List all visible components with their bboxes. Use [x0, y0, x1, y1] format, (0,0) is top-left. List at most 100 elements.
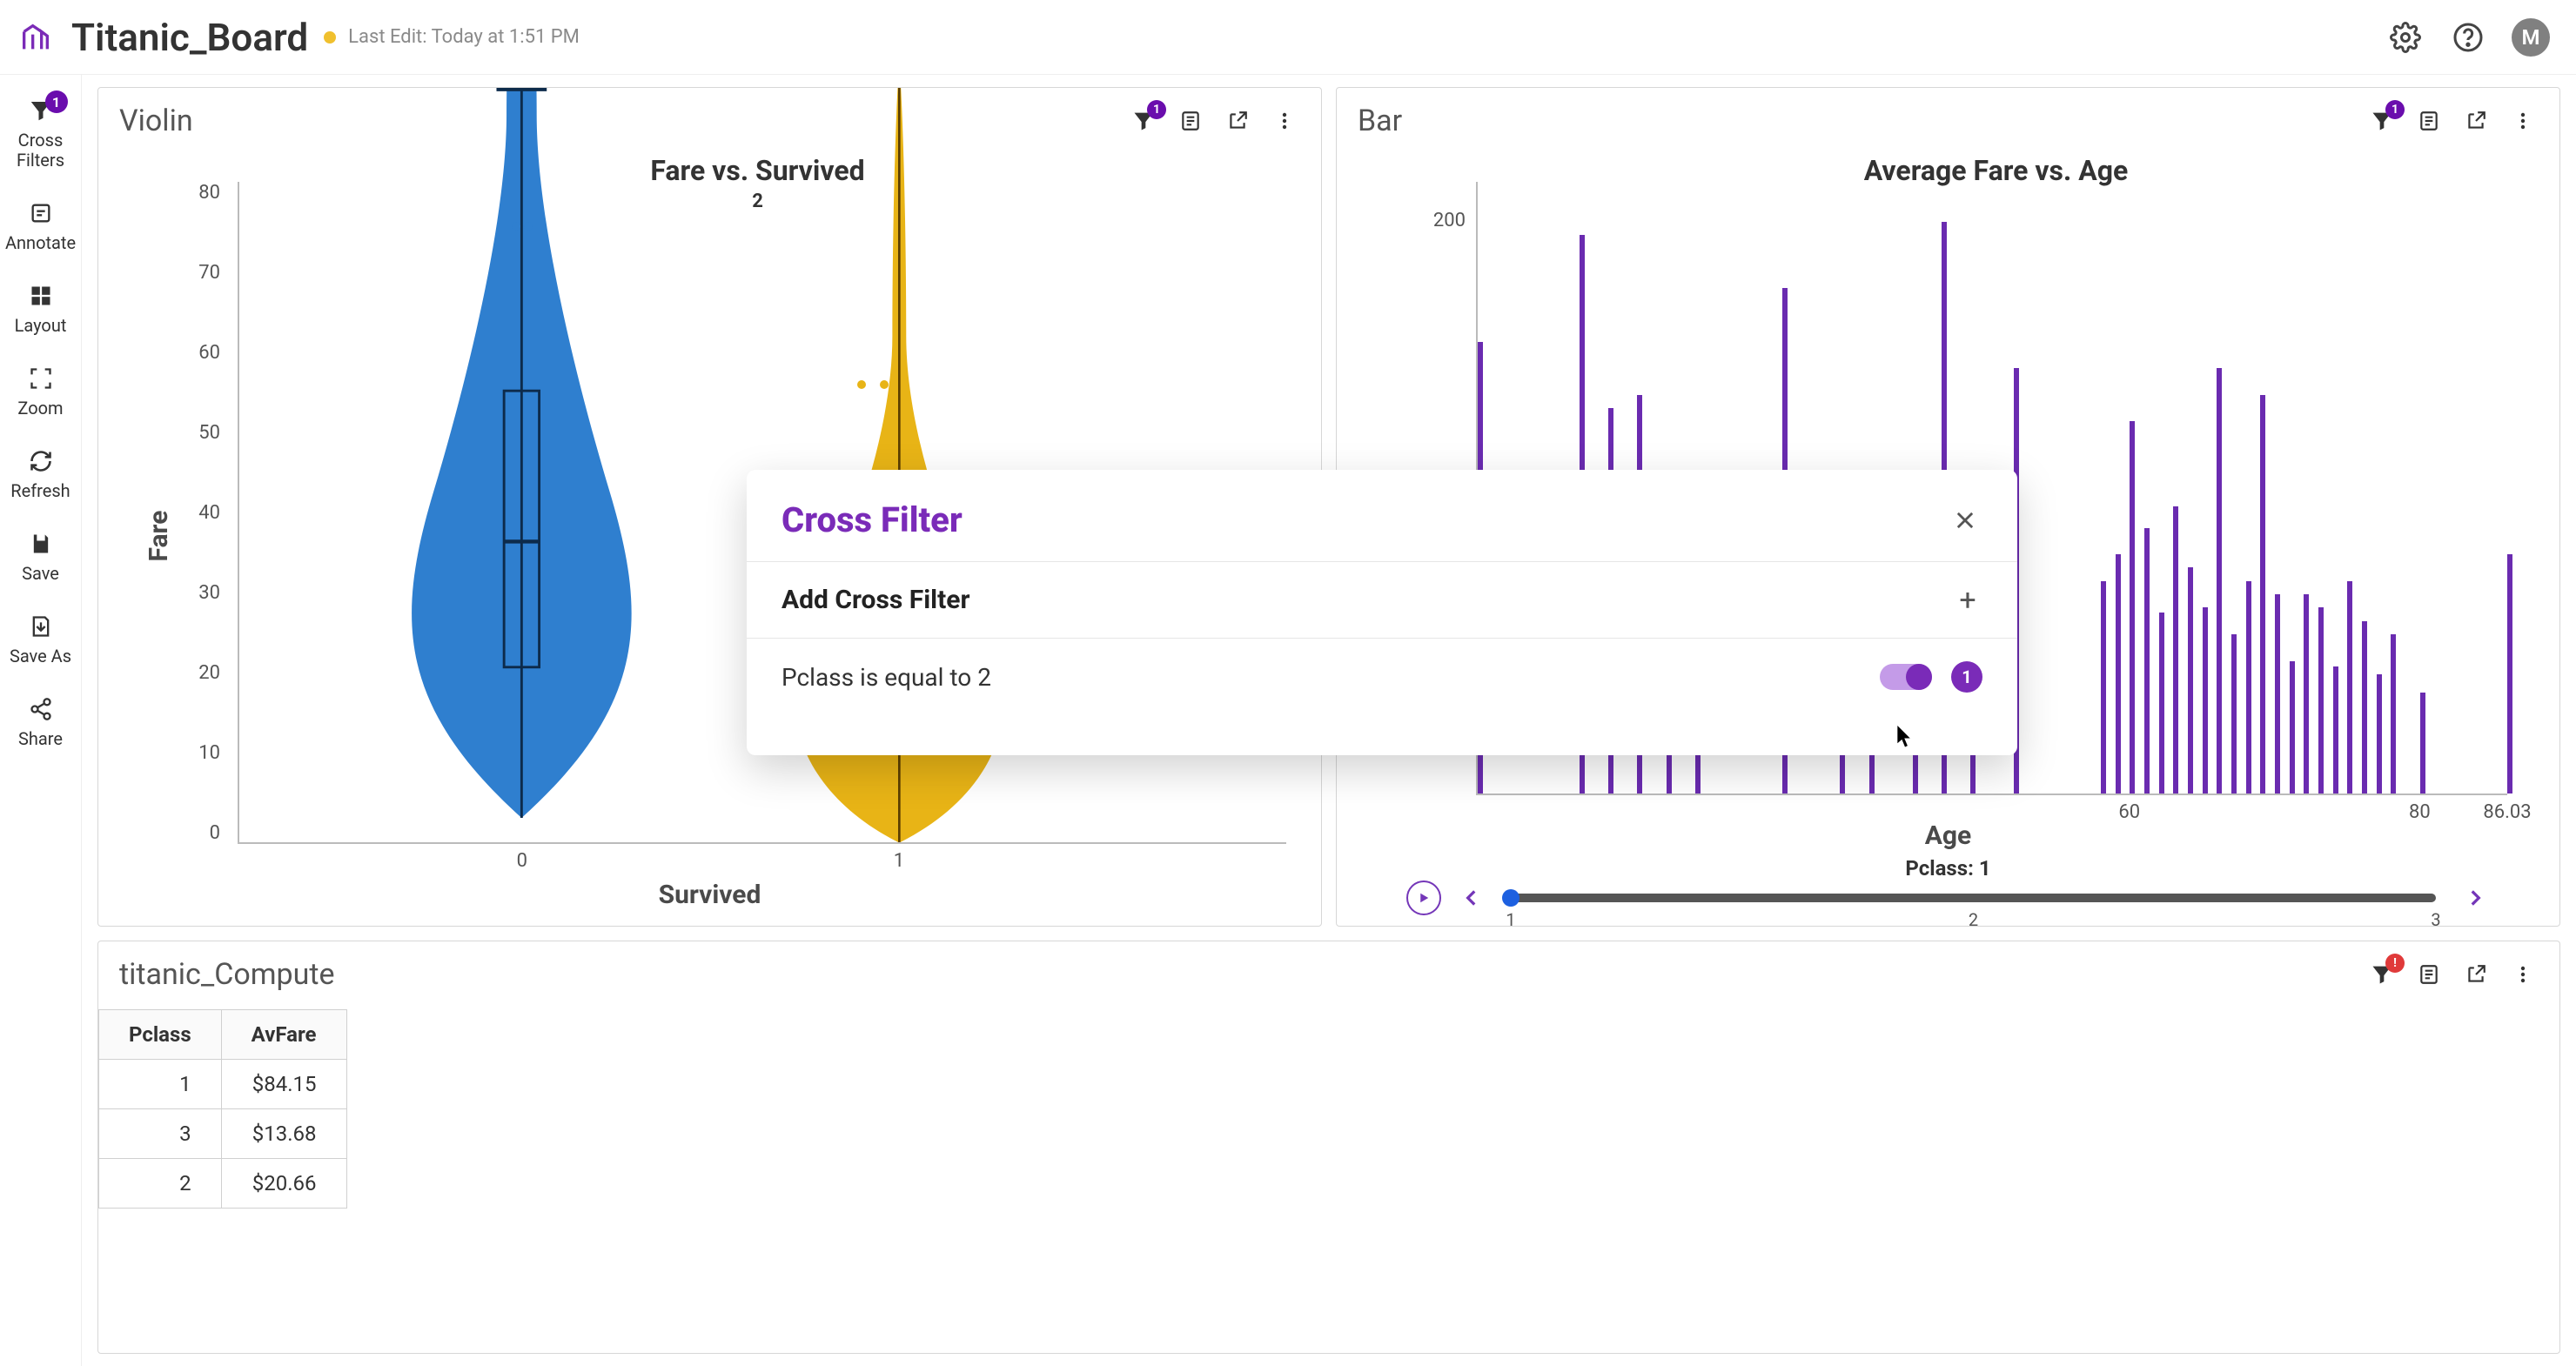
sidebar-item-annotate[interactable]: Annotate	[0, 186, 81, 269]
panel-more-button[interactable]	[2507, 105, 2539, 137]
settings-button[interactable]	[2386, 18, 2425, 57]
bar-item	[2144, 528, 2150, 794]
bar-item	[2391, 634, 2396, 794]
save-icon	[26, 529, 56, 559]
panel-filter-badge: 1	[1147, 100, 1166, 119]
topbar: Titanic_Board Last Edit: Today at 1:51 P…	[0, 0, 2576, 75]
share-icon	[26, 694, 56, 724]
y-axis-label: Fare	[144, 510, 174, 561]
sidebar-item-layout[interactable]: Layout	[0, 269, 81, 352]
panel-open-button[interactable]	[2460, 105, 2492, 137]
panel-more-button[interactable]	[1269, 105, 1300, 137]
filter-description[interactable]: Pclass is equal to 2	[782, 663, 991, 692]
help-button[interactable]	[2449, 18, 2487, 57]
sidebar-item-label: Refresh	[10, 481, 70, 501]
panel-filter-button[interactable]: !	[2366, 959, 2398, 990]
bar-x-ticks: 608086.03	[1476, 800, 2507, 823]
panel-notes-button[interactable]	[1175, 105, 1206, 137]
save-as-icon	[26, 612, 56, 641]
sidebar-item-label: Zoom	[17, 398, 63, 419]
unsaved-dot-icon	[324, 31, 336, 44]
sidebar-item-share[interactable]: Share	[0, 682, 81, 765]
bar-item	[2507, 554, 2512, 793]
panel-open-button[interactable]	[1222, 105, 1253, 137]
board-name: Titanic_Board	[71, 15, 308, 60]
panel-title: Bar	[1358, 104, 1402, 138]
table-header-row: PclassAvFare	[99, 1010, 347, 1060]
table-cell: $20.66	[221, 1159, 346, 1209]
last-edit-label: Last Edit: Today at 1:51 PM	[348, 26, 580, 48]
panel-table: titanic_Compute ! PclassAvFare	[97, 941, 2560, 1354]
slider-row: 1 2 3	[1406, 881, 2490, 915]
sidebar-item-label: Share	[18, 729, 63, 749]
violin-series-0	[396, 87, 647, 842]
slider-track[interactable]: 1 2 3	[1511, 894, 2436, 902]
bar-x-axis-label: Age	[1925, 820, 1972, 851]
outlier-point	[524, 222, 533, 231]
filter-toggle[interactable]	[1880, 664, 1932, 690]
compute-table: PclassAvFare 1$84.153$13.682$20.66	[98, 1009, 347, 1209]
bar-item	[2203, 607, 2208, 793]
sidebar-item-refresh[interactable]: Refresh	[0, 434, 81, 517]
slider-prev-button[interactable]	[1457, 883, 1486, 913]
panel-filter-badge: !	[2385, 954, 2405, 973]
sidebar-item-label: Annotate	[5, 233, 76, 253]
x-tick: 1	[894, 850, 904, 872]
bar-item	[2246, 581, 2251, 794]
slider-play-button[interactable]	[1406, 881, 1441, 915]
user-avatar[interactable]: M	[2512, 18, 2550, 57]
table-cell: $13.68	[221, 1109, 346, 1159]
bar-item	[2304, 594, 2309, 793]
slider-label: Pclass: 1	[1905, 856, 1990, 881]
slider-tick: 1	[1506, 909, 1515, 927]
table-cell: 2	[99, 1159, 222, 1209]
bar-item	[2362, 621, 2367, 794]
popover-close-button[interactable]	[1948, 503, 1982, 538]
cross-filters-badge: 1	[45, 90, 68, 113]
panel-filter-button[interactable]: 1	[2366, 105, 2398, 137]
sidebar-item-cross-filters[interactable]: 1 Cross Filters	[0, 84, 81, 186]
cross-filter-popover: Cross Filter Add Cross Filter + Pclass i…	[747, 470, 2017, 755]
y-axis-ticks: 80706050403020100	[185, 182, 220, 844]
bar-item	[2333, 666, 2338, 794]
outlier-point	[857, 380, 866, 389]
sidebar-item-save-as[interactable]: Save As	[0, 599, 81, 682]
add-cross-filter-button[interactable]: +	[1953, 586, 1982, 615]
sidebar-item-zoom[interactable]: Zoom	[0, 352, 81, 434]
bar-item	[2290, 661, 2295, 794]
zoom-icon	[26, 364, 56, 393]
sidebar-item-label: Save	[22, 564, 59, 584]
table-cell: 1	[99, 1060, 222, 1109]
table-row[interactable]: 2$20.66	[99, 1159, 347, 1209]
bar-item	[2318, 607, 2324, 793]
table-cell: $84.15	[221, 1060, 346, 1109]
slider-tick: 3	[2431, 909, 2440, 927]
panel-open-button[interactable]	[2460, 959, 2492, 990]
add-cross-filter-label: Add Cross Filter	[782, 585, 969, 615]
cursor-icon	[1897, 726, 1913, 748]
panel-notes-button[interactable]	[2413, 105, 2445, 137]
bar-item	[2260, 395, 2265, 794]
slider-thumb[interactable]	[1502, 889, 1519, 907]
panel-filter-badge: 1	[2385, 100, 2405, 119]
table-row[interactable]: 1$84.15	[99, 1060, 347, 1109]
bar-item	[2347, 581, 2352, 794]
bar-item	[2217, 368, 2222, 793]
table-row[interactable]: 3$13.68	[99, 1109, 347, 1159]
popover-title: Cross Filter	[782, 499, 963, 540]
slider-next-button[interactable]	[2460, 883, 2490, 913]
outlier-point	[512, 222, 520, 231]
panel-more-button[interactable]	[2507, 959, 2539, 990]
slider-tick: 2	[1969, 909, 1978, 927]
sidebar-item-save[interactable]: Save	[0, 517, 81, 599]
table-cell: 3	[99, 1109, 222, 1159]
sidebar-item-label: Save As	[10, 646, 71, 666]
x-axis-label: Survived	[98, 880, 1321, 910]
panel-filter-button[interactable]: 1	[1128, 105, 1159, 137]
bar-item	[2159, 613, 2164, 793]
bar-item	[2188, 567, 2193, 793]
bar-item	[2101, 581, 2106, 794]
panel-notes-button[interactable]	[2413, 959, 2445, 990]
filter-icon: 1	[26, 96, 56, 125]
sidebar-item-label: Layout	[15, 316, 67, 336]
